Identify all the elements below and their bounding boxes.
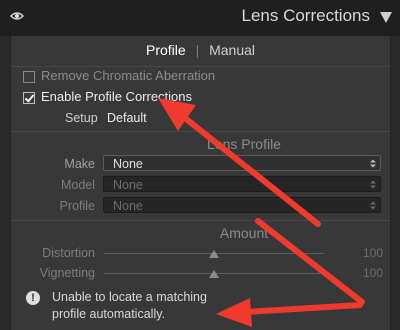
- remove-chromatic-aberration-label[interactable]: Remove Chromatic Aberration: [41, 68, 215, 83]
- enable-profile-corrections-checkbox[interactable]: [23, 92, 35, 104]
- profile-label: Profile: [59, 199, 95, 213]
- exclamation-icon: !: [26, 291, 40, 305]
- vignetting-slider-thumb[interactable]: [209, 270, 219, 278]
- tab-bar: Profile | Manual: [11, 38, 390, 62]
- profile-select[interactable]: None: [103, 197, 381, 213]
- select-arrows-icon: [370, 159, 376, 168]
- make-value: None: [113, 157, 143, 171]
- panel-header[interactable]: Lens Corrections: [0, 0, 400, 36]
- lens-profile-title: Lens Profile: [207, 136, 281, 152]
- tab-manual[interactable]: Manual: [209, 38, 255, 62]
- tab-divider: [11, 66, 390, 67]
- distortion-value[interactable]: 100: [351, 246, 383, 260]
- profile-value: None: [113, 199, 143, 213]
- setup-select[interactable]: Default: [107, 111, 147, 125]
- triangle-down-icon[interactable]: [380, 12, 392, 23]
- make-select[interactable]: None: [103, 155, 381, 171]
- model-select[interactable]: None: [103, 176, 381, 192]
- profile-divider: [11, 220, 390, 221]
- select-arrows-icon: [370, 201, 376, 210]
- remove-chromatic-aberration-checkbox[interactable]: [23, 71, 35, 83]
- enable-profile-corrections-label[interactable]: Enable Profile Corrections: [41, 89, 192, 104]
- distortion-label: Distortion: [42, 246, 95, 260]
- tab-profile[interactable]: Profile: [146, 38, 186, 62]
- model-label: Model: [60, 178, 95, 192]
- amount-title: Amount: [219, 225, 269, 241]
- model-value: None: [113, 178, 143, 192]
- tab-separator: |: [195, 42, 200, 58]
- setup-label: Setup: [65, 111, 98, 125]
- warning-line-2: profile automatically.: [52, 307, 166, 321]
- lens-corrections-panel: Profile | Manual Remove Chromatic Aberra…: [10, 36, 391, 330]
- distortion-slider-thumb[interactable]: [209, 250, 219, 258]
- make-label: Make: [64, 157, 95, 171]
- select-arrows-icon: [370, 180, 376, 189]
- vignetting-value[interactable]: 100: [351, 266, 383, 280]
- vignetting-label: Vignetting: [39, 266, 95, 280]
- setup-divider: [11, 131, 390, 132]
- eye-icon[interactable]: [10, 11, 24, 21]
- warning-line-1: Unable to locate a matching: [52, 290, 207, 304]
- panel-title: Lens Corrections: [241, 6, 370, 25]
